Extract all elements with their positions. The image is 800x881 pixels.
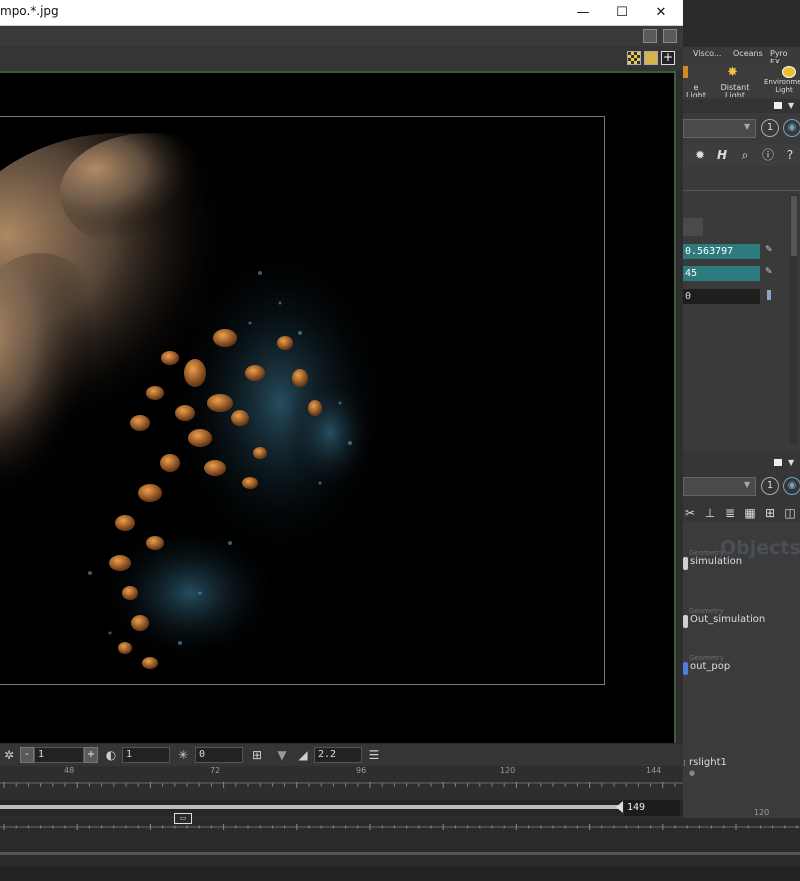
link-icon[interactable]: ◉ [783, 119, 800, 137]
shelf-tab-oceans[interactable]: Oceans [733, 49, 763, 58]
node-name-label: simulation [690, 556, 743, 567]
spreadsheet-icon[interactable]: ▦ [742, 505, 758, 521]
pane-toggle-icon[interactable] [774, 459, 782, 466]
ruler-tick-label: 96 [356, 766, 367, 775]
scrollbar-thumb[interactable] [791, 196, 797, 256]
offset-field[interactable]: 0 [195, 747, 243, 763]
divider [683, 190, 800, 191]
node-flag-icon: ● [689, 769, 696, 777]
ruler-tick-label: 72 [210, 766, 221, 775]
link-icon[interactable]: ◉ [783, 477, 800, 495]
shelf-tab-visco[interactable]: Visco... [693, 49, 721, 58]
decrement-button[interactable]: - [20, 747, 34, 763]
pane-menu-icon[interactable]: ▼ [788, 101, 794, 110]
pane-tab-bar [683, 99, 800, 113]
keyframe-icon[interactable] [767, 290, 771, 300]
network-node[interactable]: Geometry Out_simulation [683, 607, 800, 637]
menu-stepper[interactable] [683, 218, 703, 236]
node-shape[interactable] [683, 557, 688, 570]
scrub-track[interactable] [0, 805, 620, 809]
grid-view-icon[interactable] [644, 51, 658, 65]
light-node-icon[interactable]: ⁞ [683, 759, 686, 769]
network-node[interactable]: ⁞ rslight1 ● [683, 756, 800, 780]
options-menu-icon[interactable]: ☰ [367, 748, 381, 762]
main-timeline[interactable]: 120 ▭ [0, 808, 800, 881]
gamma-icon[interactable]: ◢ [296, 748, 310, 762]
search-icon[interactable]: ⌕ [737, 147, 753, 163]
close-button[interactable]: ✕ [641, 0, 681, 25]
parameter-field-1[interactable]: 0.563797 [683, 244, 760, 259]
ruler-tick-label: 48 [64, 766, 75, 775]
status-bar [0, 866, 800, 881]
ruler-ticks [0, 782, 683, 788]
image-viewer-window: mpo.*.jpg — ☐ ✕ + ✲ - 1 + ◐ 1 ✳ 0 ⊞ ▼ ◢ … [0, 0, 684, 818]
node-shape[interactable] [683, 662, 688, 675]
distant-light-icon[interactable]: ✸ [727, 66, 741, 80]
gain-field[interactable]: 1 [122, 747, 170, 763]
node-shape[interactable] [683, 615, 688, 628]
window-titlebar[interactable]: mpo.*.jpg — ☐ ✕ [0, 0, 683, 26]
houdini-help-icon[interactable]: H [714, 147, 730, 163]
chevron-down-icon[interactable]: ▼ [744, 480, 750, 489]
gamma-field[interactable]: 2.2 [314, 747, 362, 763]
minimize-button[interactable]: — [563, 0, 603, 25]
scrub-handle-icon[interactable] [616, 801, 623, 813]
shelf-tool-label[interactable]: Environment Light [764, 78, 800, 94]
grid-icon[interactable]: ⊞ [762, 505, 778, 521]
chevron-down-icon[interactable]: ▼ [744, 122, 750, 131]
help-icon[interactable]: ? [782, 147, 798, 163]
node-name-label: rslight1 [689, 757, 727, 768]
gear-icon[interactable]: ✹ [692, 147, 708, 163]
settings-gear-icon[interactable]: ✲ [2, 748, 16, 762]
keyframe-icon[interactable]: ✎ [765, 267, 773, 277]
restore-pane-icon[interactable] [643, 29, 657, 43]
list-view-icon[interactable]: ≣ [722, 505, 738, 521]
layout-icon[interactable]: ◫ [782, 505, 798, 521]
viewer-frame-ruler[interactable]: 48 72 96 120 144 [0, 766, 683, 792]
dropdown-arrow-icon[interactable]: ▼ [275, 748, 289, 762]
viewer-toolbar [0, 26, 683, 46]
environment-light-icon[interactable] [782, 66, 796, 78]
maximize-button[interactable]: ☐ [602, 0, 642, 25]
houdini-top-area [683, 0, 800, 47]
current-frame-marker-icon[interactable]: ▭ [174, 813, 192, 824]
window-title: mpo.*.jpg [0, 4, 59, 18]
contrast-icon[interactable]: ◐ [104, 748, 118, 762]
current-frame-field[interactable]: 149 [624, 800, 680, 816]
keyframe-icon[interactable]: ✎ [765, 245, 773, 255]
ruler-tick-label: 120 [500, 766, 516, 775]
pane-toggle-icon[interactable] [774, 102, 782, 109]
parameter-field-2[interactable]: 45 [683, 266, 760, 281]
render-region-border [0, 116, 605, 685]
timeline-ticks [0, 824, 800, 830]
node-name-label: out_pop [690, 661, 731, 672]
increment-button[interactable]: + [84, 747, 98, 763]
viewer-header [0, 46, 683, 71]
info-icon[interactable]: ⓘ [760, 147, 776, 163]
range-slider-track[interactable] [0, 852, 800, 855]
add-view-icon[interactable]: + [661, 51, 675, 65]
pin-level-button[interactable]: 1 [761, 119, 779, 137]
node-name-label: Out_simulation [690, 614, 766, 625]
spot-light-icon[interactable] [683, 66, 688, 78]
pin-level-button[interactable]: 1 [761, 477, 779, 495]
pane-menu-icon[interactable]: ▼ [788, 458, 794, 467]
timeline-tick-label: 120 [754, 808, 770, 817]
lut-icon[interactable]: ⊞ [250, 748, 264, 762]
parameter-field-3[interactable]: 0 [683, 289, 760, 304]
network-node[interactable]: Geometry simulation [683, 549, 800, 579]
checker-background-icon[interactable] [627, 51, 641, 65]
ruler-tick-label: 144 [646, 766, 662, 775]
pin-pane-icon[interactable] [663, 29, 677, 43]
network-node[interactable]: Geometry out_pop [683, 654, 800, 684]
exposure-icon[interactable]: ✳ [176, 748, 190, 762]
tree-view-icon[interactable]: ⊥ [702, 505, 718, 521]
wrench-icon[interactable]: ✂ [682, 505, 698, 521]
channel-field[interactable]: 1 [34, 747, 84, 763]
